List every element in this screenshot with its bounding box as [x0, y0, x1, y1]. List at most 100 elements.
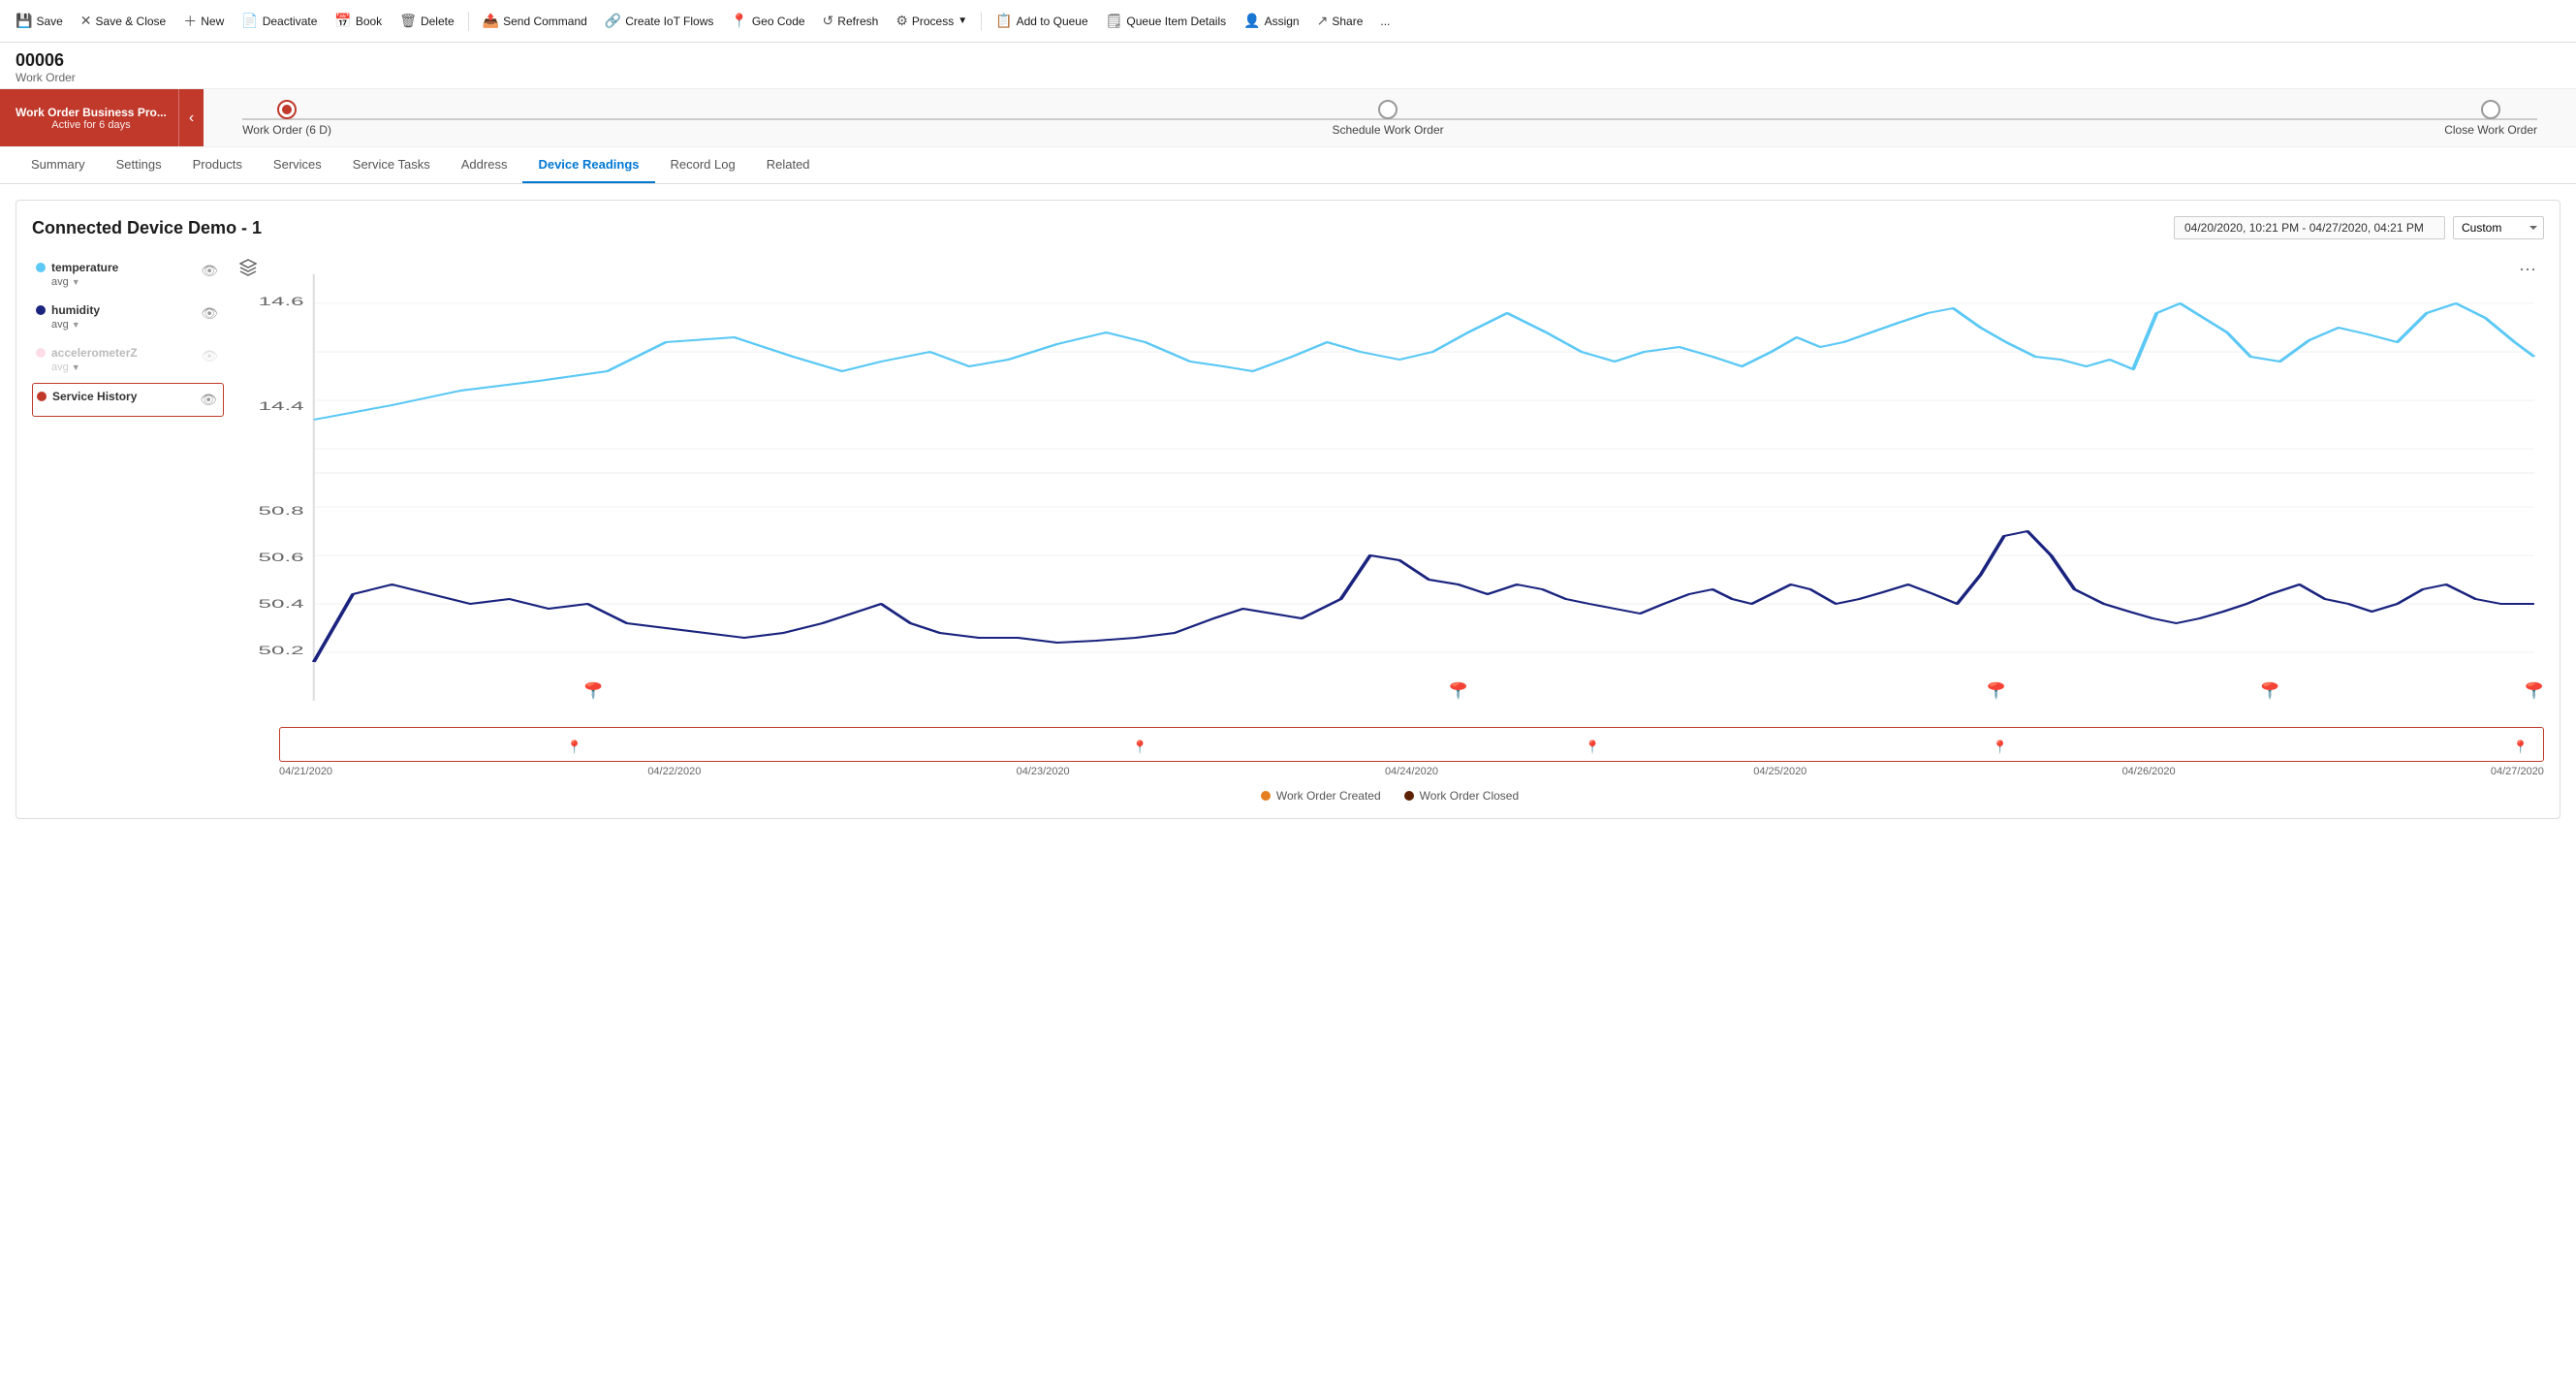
save-close-button[interactable]: ✕ Save & Close — [73, 9, 173, 33]
share-button[interactable]: ↗ Share — [1309, 9, 1371, 33]
book-button[interactable]: 📅 Book — [327, 9, 390, 33]
stage-item-0[interactable]: Work Order (6 D) — [242, 100, 331, 137]
delete-button[interactable]: 🗑 Delete — [392, 9, 461, 33]
add-queue-button[interactable]: 📋 Add to Queue — [988, 9, 1096, 33]
svg-text:📍: 📍 — [1993, 740, 2008, 754]
stage-item-1[interactable]: Schedule Work Order — [1332, 100, 1443, 137]
tab-products[interactable]: Products — [177, 147, 258, 183]
device-controls: Custom Last Hour Last Day Last Week Last… — [2174, 216, 2544, 239]
legend-agg-arrow-accelerometer: ▼ — [72, 363, 80, 372]
svg-text:14.6: 14.6 — [259, 296, 304, 308]
legend-item-service-history[interactable]: Service History 👁 — [32, 383, 224, 417]
tab-record-log[interactable]: Record Log — [655, 147, 751, 183]
chart-more-button[interactable]: ··· — [2511, 255, 2544, 283]
legend-item-humidity[interactable]: humidity avg ▼ 👁 — [32, 298, 224, 336]
legend-eye-temperature[interactable]: 👁 — [199, 261, 220, 281]
stages-inner: Work Order (6 D) Schedule Work Order Clo… — [242, 100, 2537, 137]
deactivate-button[interactable]: 📄 Deactivate — [234, 9, 325, 33]
deactivate-icon: 📄 — [241, 13, 258, 29]
legend-agg-temperature: avg ▼ — [51, 276, 118, 288]
timeline-strip-svg: 📍 📍 📍 📍 📍 — [280, 728, 2543, 762]
share-icon: ↗ — [1317, 13, 1329, 29]
svg-text:📍: 📍 — [2515, 681, 2544, 700]
assign-button[interactable]: 👤 Assign — [1236, 9, 1306, 33]
bottom-legend-created-dot — [1261, 791, 1271, 801]
book-icon: 📅 — [334, 13, 351, 29]
svg-text:📍: 📍 — [1132, 740, 1147, 754]
tab-device-readings[interactable]: Device Readings — [522, 147, 654, 183]
date-label-2: 04/23/2020 — [1017, 766, 1070, 777]
chart-legend: temperature avg ▼ 👁 humidity — [32, 255, 236, 803]
bottom-legend-closed-dot — [1404, 791, 1414, 801]
svg-text:📍: 📍 — [1439, 681, 1478, 700]
legend-eye-accelerometer[interactable]: 👁 — [199, 346, 220, 366]
queue-details-button[interactable]: 🗒 Queue Item Details — [1098, 9, 1235, 33]
legend-agg-accelerometer: avg ▼ — [51, 362, 138, 373]
tab-service-tasks[interactable]: Service Tasks — [337, 147, 446, 183]
legend-agg-arrow-humidity: ▼ — [72, 320, 80, 330]
record-type: Work Order — [16, 71, 2560, 84]
refresh-icon: ↺ — [823, 13, 834, 29]
svg-text:📍: 📍 — [2513, 740, 2529, 754]
save-button[interactable]: 💾 Save — [8, 9, 71, 33]
legend-item-accelerometer[interactable]: accelerometerZ avg ▼ 👁 — [32, 340, 224, 379]
svg-text:50.4: 50.4 — [259, 598, 305, 611]
chart-bottom-legend: Work Order Created Work Order Closed — [236, 789, 2544, 803]
process-icon: ⚙ — [895, 13, 908, 29]
legend-left-humidity: humidity avg ▼ — [36, 303, 100, 331]
date-label-4: 04/25/2020 — [1753, 766, 1806, 777]
legend-name-service-history: Service History — [52, 390, 137, 403]
tab-related[interactable]: Related — [751, 147, 826, 183]
legend-dot-accelerometer — [36, 348, 46, 358]
legend-eye-humidity[interactable]: 👁 — [199, 303, 220, 324]
save-icon: 💾 — [16, 13, 32, 29]
new-icon: ＋ — [183, 12, 197, 31]
tab-settings[interactable]: Settings — [101, 147, 177, 183]
toolbar: 💾 Save ✕ Save & Close ＋ New 📄 Deactivate… — [0, 0, 2576, 43]
legend-item-temperature[interactable]: temperature avg ▼ 👁 — [32, 255, 224, 294]
process-button[interactable]: ⚙ Process ▼ — [888, 9, 975, 33]
svg-text:📍: 📍 — [1977, 681, 2016, 700]
legend-name-humidity: humidity — [51, 303, 100, 317]
stage-circle-1 — [1378, 100, 1398, 119]
bottom-legend-created-label: Work Order Created — [1276, 789, 1381, 803]
date-range-input[interactable] — [2174, 216, 2445, 239]
device-header: Connected Device Demo - 1 Custom Last Ho… — [32, 216, 2544, 239]
tab-summary[interactable]: Summary — [16, 147, 101, 183]
bottom-legend-closed-label: Work Order Closed — [1420, 789, 1519, 803]
time-range-select[interactable]: Custom Last Hour Last Day Last Week Last… — [2453, 216, 2544, 239]
device-section: Connected Device Demo - 1 Custom Last Ho… — [16, 200, 2560, 819]
add-queue-icon: 📋 — [995, 13, 1012, 29]
stages-track: Work Order (6 D) Schedule Work Order Clo… — [204, 100, 2576, 137]
legend-dot-service-history — [37, 392, 47, 401]
tab-address[interactable]: Address — [446, 147, 523, 183]
stage-nav: Work Order Business Pro... Active for 6 … — [0, 89, 2576, 147]
stage-label-1: Schedule Work Order — [1332, 123, 1443, 137]
create-iot-button[interactable]: 🔗 Create IoT Flows — [597, 9, 722, 33]
main-content: Connected Device Demo - 1 Custom Last Ho… — [0, 184, 2576, 835]
legend-eye-service-history[interactable]: 👁 — [198, 390, 219, 410]
tab-services[interactable]: Services — [258, 147, 337, 183]
refresh-button[interactable]: ↺ Refresh — [815, 9, 887, 33]
legend-name-temperature: temperature — [51, 261, 118, 274]
timeline-labels: 04/21/2020 04/22/2020 04/23/2020 04/24/2… — [279, 762, 2544, 781]
svg-text:📍: 📍 — [574, 681, 613, 700]
timeline-strip[interactable]: 📍 📍 📍 📍 📍 — [279, 727, 2544, 762]
geo-code-button[interactable]: 📍 Geo Code — [723, 9, 812, 33]
send-command-button[interactable]: 📤 Send Command — [475, 9, 595, 33]
save-close-icon: ✕ — [80, 13, 92, 29]
bottom-legend-closed: Work Order Closed — [1404, 789, 1519, 803]
more-button[interactable]: ... — [1372, 11, 1398, 32]
stage-active-button[interactable]: Work Order Business Pro... Active for 6 … — [0, 89, 178, 146]
stage-item-2[interactable]: Close Work Order — [2444, 100, 2537, 137]
chart-area: ··· 14.6 14.4 50.8 50.6 50.4 50.2 — [236, 255, 2544, 803]
date-label-6: 04/27/2020 — [2491, 766, 2544, 777]
new-button[interactable]: ＋ New — [175, 8, 232, 35]
date-label-0: 04/21/2020 — [279, 766, 332, 777]
date-label-5: 04/26/2020 — [2122, 766, 2176, 777]
stage-chevron-button[interactable]: ‹ — [178, 89, 204, 146]
date-label-1: 04/22/2020 — [647, 766, 701, 777]
chart-container: temperature avg ▼ 👁 humidity — [32, 255, 2544, 803]
toolbar-separator-1 — [468, 12, 469, 31]
svg-text:14.4: 14.4 — [259, 400, 305, 413]
